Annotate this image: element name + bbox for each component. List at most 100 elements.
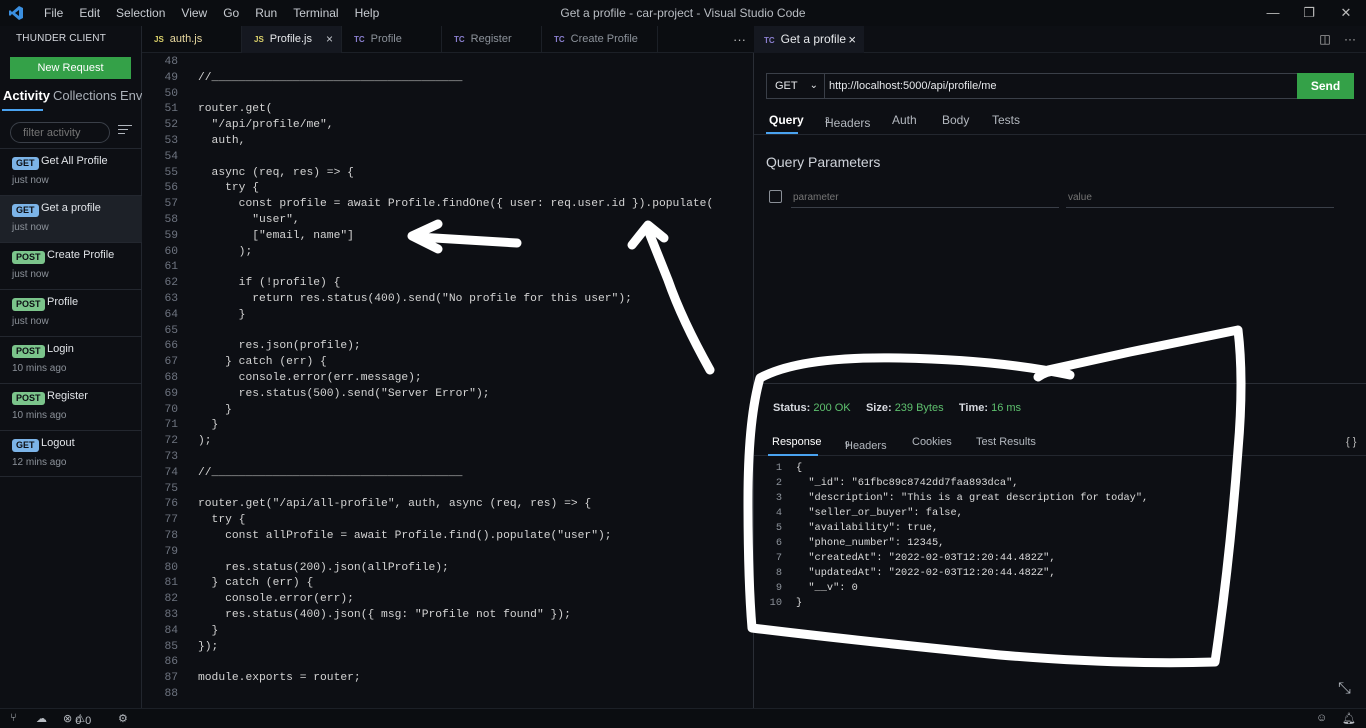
line-number: 69	[164, 387, 178, 400]
menu-selection[interactable]: Selection	[108, 6, 173, 20]
tab-auth-js[interactable]: JS auth.js	[142, 26, 242, 53]
thunder-client-icon: TC	[454, 35, 465, 44]
tab-auth[interactable]: Auth	[892, 113, 917, 127]
line-number: 48	[164, 56, 178, 68]
json-line-number: 3	[775, 492, 782, 504]
restore-icon[interactable]: ❐	[1290, 0, 1328, 26]
activity-time: 10 mins ago	[12, 410, 67, 421]
run-icon[interactable]: ⚙	[118, 712, 128, 725]
close-tab-icon[interactable]: ×	[326, 26, 333, 53]
minimize-icon[interactable]: —	[1254, 0, 1292, 26]
tab-test-results[interactable]: Test Results	[976, 436, 1036, 448]
line-number: 50	[164, 87, 178, 100]
tab-collections[interactable]: Collections	[53, 88, 117, 103]
url-input[interactable]	[829, 74, 1289, 98]
request-panel: TC Get a profile× ◫ ··· GET ⌄ Send Query H…	[754, 26, 1366, 708]
send-button[interactable]: Send	[1297, 73, 1354, 99]
activity-item-register[interactable]: POST Register 10 mins ago	[0, 383, 142, 430]
query-parameters-title: Query Parameters	[766, 154, 881, 170]
tab-profile[interactable]: TC Profile	[342, 26, 442, 53]
feedback-icon[interactable]: ☺	[1316, 712, 1327, 724]
menu-file[interactable]: File	[36, 6, 71, 20]
activity-time: 10 mins ago	[12, 363, 67, 374]
request-tabs-bar: TC Get a profile × ◫ ···	[754, 26, 1366, 53]
json-line-number: 9	[775, 582, 782, 594]
code-line: res.status(500).send("Server Error");	[198, 387, 490, 400]
param-checkbox[interactable]	[769, 190, 782, 203]
json-line: "availability": true,	[796, 522, 939, 534]
tab-get-a-profile[interactable]: TC Get a profile ×	[754, 26, 864, 53]
menu-help[interactable]: Help	[347, 6, 388, 20]
activity-name: Get All Profile	[41, 155, 108, 167]
json-line: "_id": "61fbc89c8742dd7faa893dca",	[796, 477, 1019, 489]
line-number: 75	[164, 482, 178, 495]
method-select[interactable]: GET ⌄	[767, 74, 825, 98]
line-number: 51	[164, 103, 178, 116]
activity-item-profile[interactable]: POST Profile just now	[0, 289, 142, 336]
source-control-icon[interactable]: ⑂	[10, 712, 17, 724]
expand-icon[interactable]: ⤡	[1338, 680, 1351, 698]
line-number: 66	[164, 340, 178, 353]
line-number: 49	[164, 71, 178, 84]
code-editor: JS auth.js JS Profile.js × TC Profile TC Regi…	[142, 26, 754, 708]
close-window-icon[interactable]: ✕	[1327, 0, 1365, 26]
line-number: 62	[164, 277, 178, 290]
warning-count: 0	[85, 715, 92, 727]
line-number: 52	[164, 119, 178, 132]
menu-go[interactable]: Go	[215, 6, 247, 20]
line-number: 53	[164, 135, 178, 147]
tab-profile-js[interactable]: JS Profile.js ×	[242, 26, 342, 53]
size-label: Size:	[865, 402, 892, 414]
menu-terminal[interactable]: Terminal	[285, 6, 346, 20]
method-badge: POST	[12, 392, 45, 405]
filter-activity-input[interactable]	[10, 122, 110, 143]
cloud-icon[interactable]: ☁	[36, 712, 47, 725]
tab-tests[interactable]: Tests	[992, 113, 1020, 127]
active-tab-indicator	[766, 132, 798, 134]
menu-edit[interactable]: Edit	[71, 6, 108, 20]
tab-cookies[interactable]: Cookies	[912, 436, 952, 448]
problems-indicator[interactable]: ⊗ 0 ⚠ 0	[63, 712, 91, 727]
tab-response[interactable]: Response	[772, 436, 822, 448]
tab-activity[interactable]: Activity	[3, 88, 50, 103]
new-request-button[interactable]: New Request	[10, 57, 131, 79]
activity-item-create-profile[interactable]: POST Create Profile just now	[0, 242, 142, 289]
split-editor-icon[interactable]: ◫	[1319, 32, 1330, 46]
tab-register[interactable]: TC Register	[442, 26, 542, 53]
panel-divider[interactable]	[754, 383, 1366, 384]
notifications-icon[interactable]: 🔔︎	[1342, 712, 1356, 725]
line-number: 68	[164, 372, 178, 384]
activity-item-get-a-profile[interactable]: GET Get a profile just now	[0, 195, 142, 242]
code-line: router.get("/api/all-profile", auth, asy…	[198, 498, 592, 511]
tab-create-profile[interactable]: TC Create Profile	[542, 26, 658, 53]
js-file-icon: JS	[154, 35, 164, 44]
more-actions-icon[interactable]: ···	[733, 26, 746, 53]
activity-item-login[interactable]: POST Login 10 mins ago	[0, 336, 142, 383]
more-actions-icon[interactable]: ···	[1344, 32, 1356, 46]
tab-body[interactable]: Body	[942, 113, 969, 127]
json-line-number: 10	[769, 597, 782, 609]
time-value: 16 ms	[991, 402, 1022, 414]
value-input[interactable]	[1066, 187, 1334, 208]
code-line: res.json(profile);	[198, 340, 361, 353]
braces-icon[interactable]: { }	[1346, 436, 1356, 448]
code-line: if (!profile) {	[198, 277, 341, 290]
activity-item-get-all-profile[interactable]: GET Get All Profile just now	[0, 148, 142, 195]
tab-env[interactable]: Env	[120, 88, 142, 103]
sidebar-header: THUNDER CLIENT	[16, 33, 107, 44]
code-area[interactable]: 48 49 //__________________________________…	[142, 54, 754, 708]
tab-query[interactable]: Query	[769, 113, 804, 127]
code-line: );	[198, 435, 212, 448]
line-number: 78	[164, 530, 178, 542]
activity-item-logout[interactable]: GET Logout 12 mins ago	[0, 430, 142, 477]
parameter-input[interactable]	[791, 187, 1059, 208]
menu-view[interactable]: View	[173, 6, 215, 20]
menu-lines-icon[interactable]	[118, 125, 132, 137]
menu-run[interactable]: Run	[247, 6, 285, 20]
method-badge: GET	[12, 439, 39, 452]
code-line: res.status(200).json(allProfile);	[198, 561, 449, 574]
close-tab-icon[interactable]: ×	[848, 26, 856, 53]
panel-actions: ◫ ···	[1319, 26, 1356, 53]
code-line: }	[198, 308, 246, 321]
json-line-number: 6	[775, 537, 782, 549]
